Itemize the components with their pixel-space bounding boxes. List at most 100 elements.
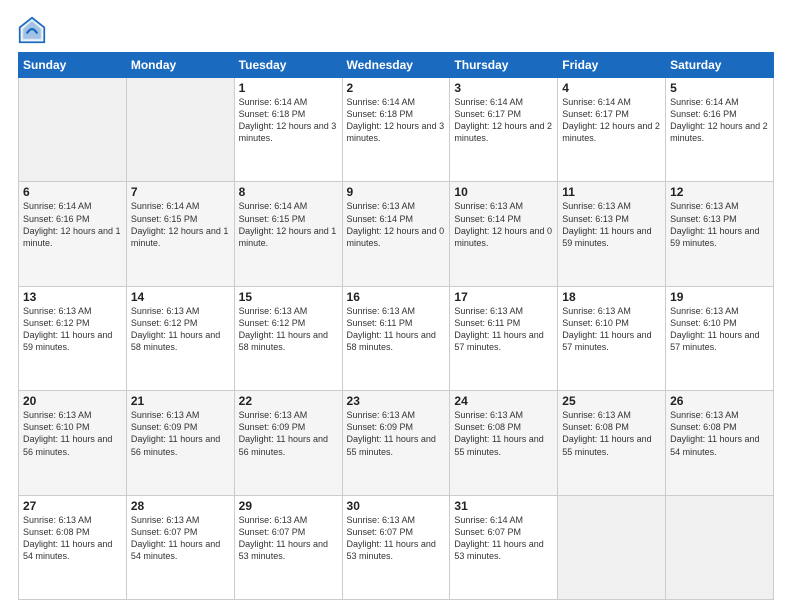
calendar-cell: 25Sunrise: 6:13 AM Sunset: 6:08 PM Dayli… — [558, 391, 666, 495]
day-info: Sunrise: 6:13 AM Sunset: 6:08 PM Dayligh… — [562, 409, 661, 458]
day-number: 12 — [670, 185, 769, 199]
day-info: Sunrise: 6:13 AM Sunset: 6:09 PM Dayligh… — [131, 409, 230, 458]
calendar-cell: 16Sunrise: 6:13 AM Sunset: 6:11 PM Dayli… — [342, 286, 450, 390]
calendar-cell: 3Sunrise: 6:14 AM Sunset: 6:17 PM Daylig… — [450, 78, 558, 182]
day-number: 28 — [131, 499, 230, 513]
calendar-cell: 14Sunrise: 6:13 AM Sunset: 6:12 PM Dayli… — [126, 286, 234, 390]
weekday-header: Tuesday — [234, 53, 342, 78]
weekday-header: Saturday — [666, 53, 774, 78]
day-number: 15 — [239, 290, 338, 304]
calendar-cell: 19Sunrise: 6:13 AM Sunset: 6:10 PM Dayli… — [666, 286, 774, 390]
calendar-body: 1Sunrise: 6:14 AM Sunset: 6:18 PM Daylig… — [19, 78, 774, 600]
header — [18, 16, 774, 44]
day-info: Sunrise: 6:13 AM Sunset: 6:08 PM Dayligh… — [23, 514, 122, 563]
day-number: 26 — [670, 394, 769, 408]
calendar-cell: 1Sunrise: 6:14 AM Sunset: 6:18 PM Daylig… — [234, 78, 342, 182]
calendar-cell: 9Sunrise: 6:13 AM Sunset: 6:14 PM Daylig… — [342, 182, 450, 286]
calendar-cell: 28Sunrise: 6:13 AM Sunset: 6:07 PM Dayli… — [126, 495, 234, 599]
calendar-cell — [666, 495, 774, 599]
day-number: 23 — [347, 394, 446, 408]
day-number: 1 — [239, 81, 338, 95]
day-number: 27 — [23, 499, 122, 513]
calendar-cell: 6Sunrise: 6:14 AM Sunset: 6:16 PM Daylig… — [19, 182, 127, 286]
day-number: 19 — [670, 290, 769, 304]
day-number: 25 — [562, 394, 661, 408]
logo — [18, 16, 50, 44]
calendar-cell: 20Sunrise: 6:13 AM Sunset: 6:10 PM Dayli… — [19, 391, 127, 495]
weekday-header: Friday — [558, 53, 666, 78]
calendar-cell: 8Sunrise: 6:14 AM Sunset: 6:15 PM Daylig… — [234, 182, 342, 286]
day-number: 11 — [562, 185, 661, 199]
day-number: 17 — [454, 290, 553, 304]
calendar-cell: 7Sunrise: 6:14 AM Sunset: 6:15 PM Daylig… — [126, 182, 234, 286]
calendar-week-row: 6Sunrise: 6:14 AM Sunset: 6:16 PM Daylig… — [19, 182, 774, 286]
day-info: Sunrise: 6:14 AM Sunset: 6:17 PM Dayligh… — [562, 96, 661, 145]
day-number: 21 — [131, 394, 230, 408]
calendar-cell: 15Sunrise: 6:13 AM Sunset: 6:12 PM Dayli… — [234, 286, 342, 390]
day-info: Sunrise: 6:13 AM Sunset: 6:07 PM Dayligh… — [131, 514, 230, 563]
day-number: 7 — [131, 185, 230, 199]
day-info: Sunrise: 6:14 AM Sunset: 6:15 PM Dayligh… — [131, 200, 230, 249]
day-info: Sunrise: 6:14 AM Sunset: 6:17 PM Dayligh… — [454, 96, 553, 145]
calendar-cell: 31Sunrise: 6:14 AM Sunset: 6:07 PM Dayli… — [450, 495, 558, 599]
calendar-page: SundayMondayTuesdayWednesdayThursdayFrid… — [0, 0, 792, 612]
day-info: Sunrise: 6:13 AM Sunset: 6:09 PM Dayligh… — [347, 409, 446, 458]
calendar-cell: 21Sunrise: 6:13 AM Sunset: 6:09 PM Dayli… — [126, 391, 234, 495]
day-info: Sunrise: 6:13 AM Sunset: 6:08 PM Dayligh… — [454, 409, 553, 458]
day-number: 6 — [23, 185, 122, 199]
day-info: Sunrise: 6:13 AM Sunset: 6:10 PM Dayligh… — [562, 305, 661, 354]
day-info: Sunrise: 6:13 AM Sunset: 6:13 PM Dayligh… — [670, 200, 769, 249]
day-info: Sunrise: 6:14 AM Sunset: 6:18 PM Dayligh… — [239, 96, 338, 145]
calendar-cell — [126, 78, 234, 182]
calendar-cell — [558, 495, 666, 599]
day-info: Sunrise: 6:14 AM Sunset: 6:15 PM Dayligh… — [239, 200, 338, 249]
day-number: 30 — [347, 499, 446, 513]
day-number: 24 — [454, 394, 553, 408]
day-number: 9 — [347, 185, 446, 199]
day-number: 4 — [562, 81, 661, 95]
calendar-cell: 23Sunrise: 6:13 AM Sunset: 6:09 PM Dayli… — [342, 391, 450, 495]
day-info: Sunrise: 6:13 AM Sunset: 6:12 PM Dayligh… — [23, 305, 122, 354]
weekday-row: SundayMondayTuesdayWednesdayThursdayFrid… — [19, 53, 774, 78]
calendar-week-row: 13Sunrise: 6:13 AM Sunset: 6:12 PM Dayli… — [19, 286, 774, 390]
calendar-week-row: 27Sunrise: 6:13 AM Sunset: 6:08 PM Dayli… — [19, 495, 774, 599]
day-info: Sunrise: 6:13 AM Sunset: 6:12 PM Dayligh… — [131, 305, 230, 354]
calendar-cell: 2Sunrise: 6:14 AM Sunset: 6:18 PM Daylig… — [342, 78, 450, 182]
day-info: Sunrise: 6:14 AM Sunset: 6:18 PM Dayligh… — [347, 96, 446, 145]
day-info: Sunrise: 6:13 AM Sunset: 6:11 PM Dayligh… — [454, 305, 553, 354]
day-number: 8 — [239, 185, 338, 199]
day-number: 10 — [454, 185, 553, 199]
calendar-cell: 17Sunrise: 6:13 AM Sunset: 6:11 PM Dayli… — [450, 286, 558, 390]
day-number: 31 — [454, 499, 553, 513]
day-info: Sunrise: 6:13 AM Sunset: 6:12 PM Dayligh… — [239, 305, 338, 354]
weekday-header: Monday — [126, 53, 234, 78]
day-number: 18 — [562, 290, 661, 304]
calendar-cell: 13Sunrise: 6:13 AM Sunset: 6:12 PM Dayli… — [19, 286, 127, 390]
calendar-cell: 12Sunrise: 6:13 AM Sunset: 6:13 PM Dayli… — [666, 182, 774, 286]
calendar-cell: 18Sunrise: 6:13 AM Sunset: 6:10 PM Dayli… — [558, 286, 666, 390]
day-number: 14 — [131, 290, 230, 304]
day-number: 5 — [670, 81, 769, 95]
weekday-header: Sunday — [19, 53, 127, 78]
day-number: 16 — [347, 290, 446, 304]
calendar-cell: 10Sunrise: 6:13 AM Sunset: 6:14 PM Dayli… — [450, 182, 558, 286]
day-info: Sunrise: 6:13 AM Sunset: 6:14 PM Dayligh… — [347, 200, 446, 249]
calendar-cell: 29Sunrise: 6:13 AM Sunset: 6:07 PM Dayli… — [234, 495, 342, 599]
day-info: Sunrise: 6:14 AM Sunset: 6:16 PM Dayligh… — [23, 200, 122, 249]
calendar-header: SundayMondayTuesdayWednesdayThursdayFrid… — [19, 53, 774, 78]
day-info: Sunrise: 6:13 AM Sunset: 6:11 PM Dayligh… — [347, 305, 446, 354]
calendar-cell: 4Sunrise: 6:14 AM Sunset: 6:17 PM Daylig… — [558, 78, 666, 182]
day-info: Sunrise: 6:13 AM Sunset: 6:07 PM Dayligh… — [239, 514, 338, 563]
day-number: 13 — [23, 290, 122, 304]
day-number: 22 — [239, 394, 338, 408]
day-info: Sunrise: 6:14 AM Sunset: 6:16 PM Dayligh… — [670, 96, 769, 145]
day-info: Sunrise: 6:14 AM Sunset: 6:07 PM Dayligh… — [454, 514, 553, 563]
day-number: 20 — [23, 394, 122, 408]
day-info: Sunrise: 6:13 AM Sunset: 6:07 PM Dayligh… — [347, 514, 446, 563]
calendar-cell: 27Sunrise: 6:13 AM Sunset: 6:08 PM Dayli… — [19, 495, 127, 599]
day-info: Sunrise: 6:13 AM Sunset: 6:13 PM Dayligh… — [562, 200, 661, 249]
calendar-table: SundayMondayTuesdayWednesdayThursdayFrid… — [18, 52, 774, 600]
calendar-cell: 30Sunrise: 6:13 AM Sunset: 6:07 PM Dayli… — [342, 495, 450, 599]
day-info: Sunrise: 6:13 AM Sunset: 6:09 PM Dayligh… — [239, 409, 338, 458]
calendar-cell — [19, 78, 127, 182]
